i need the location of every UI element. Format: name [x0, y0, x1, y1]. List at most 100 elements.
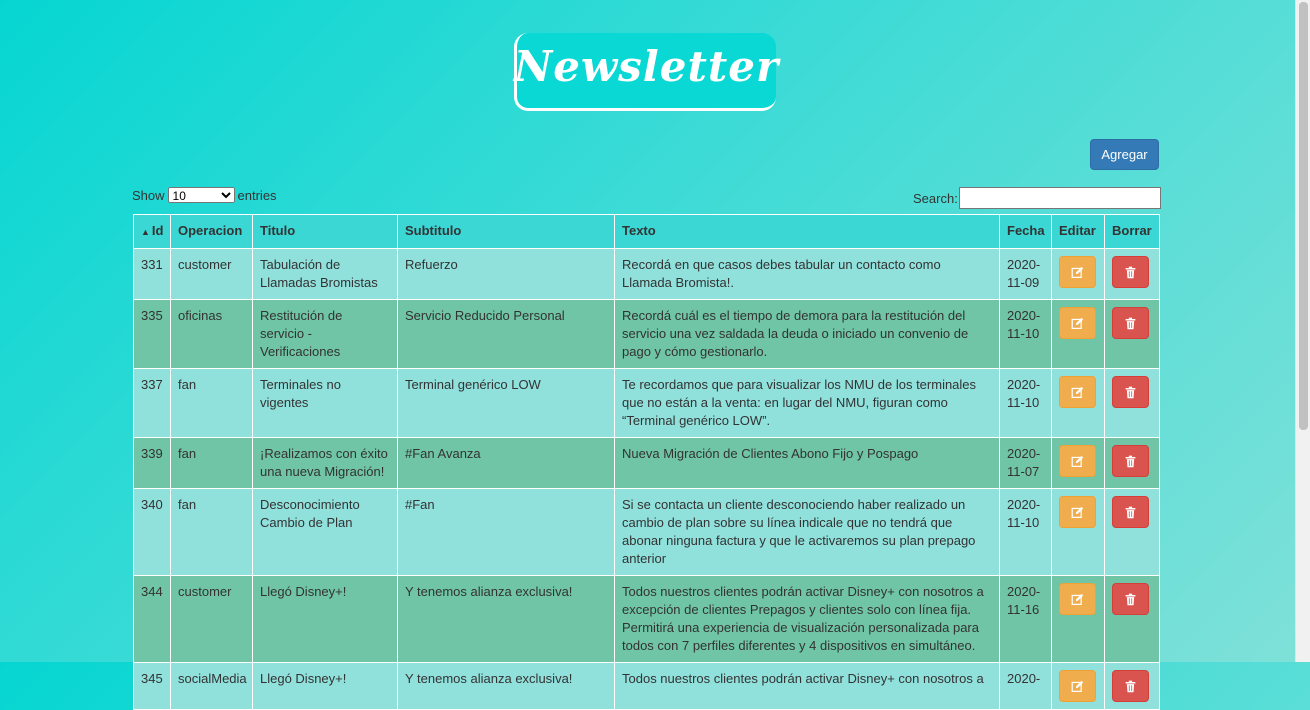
- cell-operacion: fan: [170, 488, 253, 576]
- cell-texto: Te recordamos que para visualizar los NM…: [614, 368, 1000, 438]
- cell-titulo: Llegó Disney+!: [252, 575, 398, 663]
- edit-button[interactable]: [1059, 307, 1096, 339]
- column-header-titulo[interactable]: Titulo: [252, 214, 398, 249]
- edit-icon: [1071, 680, 1084, 693]
- table-row: 335 oficinas Restitución de servicio - Ver…: [133, 299, 1160, 369]
- delete-button[interactable]: [1112, 256, 1149, 288]
- newsletter-logo: Newsletter: [513, 33, 780, 111]
- column-header-id[interactable]: ▲ Id: [133, 214, 171, 249]
- cell-subtitulo: Terminal genérico LOW: [397, 368, 615, 438]
- add-button[interactable]: Agregar: [1090, 139, 1159, 170]
- edit-button[interactable]: [1059, 256, 1096, 288]
- column-header-editar: Editar: [1051, 214, 1105, 249]
- column-header-operacion[interactable]: Operacion: [170, 214, 253, 249]
- show-label: Show: [132, 187, 165, 203]
- cell-subtitulo: Y tenemos alianza exclusiva!: [397, 575, 615, 663]
- cell-editar: [1051, 368, 1105, 438]
- cell-borrar: [1104, 575, 1160, 663]
- cell-operacion: fan: [170, 368, 253, 438]
- column-header-texto[interactable]: Texto: [614, 214, 1000, 249]
- cell-fecha: 2020-11-07: [999, 437, 1052, 489]
- trash-icon: [1124, 317, 1137, 330]
- edit-icon: [1071, 317, 1084, 330]
- table-row: 337 fan Terminales no vigentes Terminal gen…: [133, 368, 1160, 438]
- edit-button[interactable]: [1059, 376, 1096, 408]
- cell-fecha: 2020-11-10: [999, 368, 1052, 438]
- edit-icon: [1071, 593, 1084, 606]
- column-header-borrar: Borrar: [1104, 214, 1160, 249]
- cell-titulo: Restitución de servicio - Verificaciones: [252, 299, 398, 369]
- table-row: 345 socialMedia Llegó Disney+! Y tenemos al…: [133, 662, 1160, 710]
- cell-texto: Si se contacta un cliente desconociendo …: [614, 488, 1000, 576]
- cell-operacion: socialMedia: [170, 662, 253, 710]
- cell-texto: Recordá en que casos debes tabular un co…: [614, 248, 1000, 300]
- column-header-subtitulo[interactable]: Subtitulo: [397, 214, 615, 249]
- cell-editar: [1051, 488, 1105, 576]
- trash-icon: [1124, 593, 1137, 606]
- cell-id: 337: [133, 368, 171, 438]
- delete-button[interactable]: [1112, 307, 1149, 339]
- cell-operacion: customer: [170, 248, 253, 300]
- cell-borrar: [1104, 437, 1160, 489]
- newsletter-table: ▲ Id Operacion Titulo Subtitulo Texto Fec…: [133, 214, 1160, 710]
- logo-text: Newsletter: [513, 42, 780, 91]
- cell-borrar: [1104, 248, 1160, 300]
- cell-fecha: 2020-11-16: [999, 575, 1052, 663]
- cell-fecha: 2020-: [999, 662, 1052, 710]
- delete-button[interactable]: [1112, 583, 1149, 615]
- edit-button[interactable]: [1059, 583, 1096, 615]
- cell-id: 344: [133, 575, 171, 663]
- delete-button[interactable]: [1112, 670, 1149, 702]
- entries-label: entries: [237, 187, 277, 203]
- cell-operacion: customer: [170, 575, 253, 663]
- edit-button[interactable]: [1059, 496, 1096, 528]
- trash-icon: [1124, 506, 1137, 519]
- cell-editar: [1051, 248, 1105, 300]
- cell-texto: Todos nuestros clientes podrán activar D…: [614, 575, 1000, 663]
- search-label: Search:: [913, 190, 958, 206]
- edit-button[interactable]: [1059, 445, 1096, 477]
- column-header-fecha[interactable]: Fecha: [999, 214, 1052, 249]
- cell-operacion: fan: [170, 437, 253, 489]
- trash-icon: [1124, 455, 1137, 468]
- search-filter: Search:: [913, 187, 1161, 209]
- cell-fecha: 2020-11-10: [999, 488, 1052, 576]
- edit-button[interactable]: [1059, 670, 1096, 702]
- scrollbar-thumb[interactable]: [1299, 2, 1308, 430]
- cell-texto: Recordá cuál es el tiempo de demora para…: [614, 299, 1000, 369]
- cell-subtitulo: Refuerzo: [397, 248, 615, 300]
- cell-titulo: Terminales no vigentes: [252, 368, 398, 438]
- delete-button[interactable]: [1112, 445, 1149, 477]
- entries-select[interactable]: 10: [167, 187, 235, 203]
- page-scrollbar[interactable]: [1295, 0, 1310, 662]
- edit-icon: [1071, 455, 1084, 468]
- cell-titulo: Llegó Disney+!: [252, 662, 398, 710]
- cell-id: 335: [133, 299, 171, 369]
- cell-fecha: 2020-11-09: [999, 248, 1052, 300]
- cell-titulo: ¡Realizamos con éxito una nueva Migració…: [252, 437, 398, 489]
- table-row: 331 customer Tabulación de Llamadas Bromis…: [133, 248, 1160, 300]
- trash-icon: [1124, 680, 1137, 693]
- delete-button[interactable]: [1112, 496, 1149, 528]
- cell-subtitulo: #Fan: [397, 488, 615, 576]
- search-input[interactable]: [958, 187, 1161, 209]
- trash-icon: [1124, 386, 1137, 399]
- edit-icon: [1071, 506, 1084, 519]
- cell-editar: [1051, 299, 1105, 369]
- cell-operacion: oficinas: [170, 299, 253, 369]
- cell-texto: Todos nuestros clientes podrán activar D…: [614, 662, 1000, 710]
- trash-icon: [1124, 266, 1137, 279]
- cell-borrar: [1104, 488, 1160, 576]
- table-row: 344 customer Llegó Disney+! Y tenemos alian…: [133, 575, 1160, 663]
- cell-borrar: [1104, 368, 1160, 438]
- table-row: 340 fan Desconocimiento Cambio de Plan #Fan…: [133, 488, 1160, 576]
- edit-icon: [1071, 386, 1084, 399]
- cell-subtitulo: #Fan Avanza: [397, 437, 615, 489]
- cell-texto: Nueva Migración de Clientes Abono Fijo y…: [614, 437, 1000, 489]
- cell-titulo: Desconocimiento Cambio de Plan: [252, 488, 398, 576]
- table-header-row: ▲ Id Operacion Titulo Subtitulo Texto Fec…: [133, 214, 1160, 249]
- cell-id: 339: [133, 437, 171, 489]
- sort-asc-icon: ▲: [141, 227, 150, 237]
- delete-button[interactable]: [1112, 376, 1149, 408]
- edit-icon: [1071, 266, 1084, 279]
